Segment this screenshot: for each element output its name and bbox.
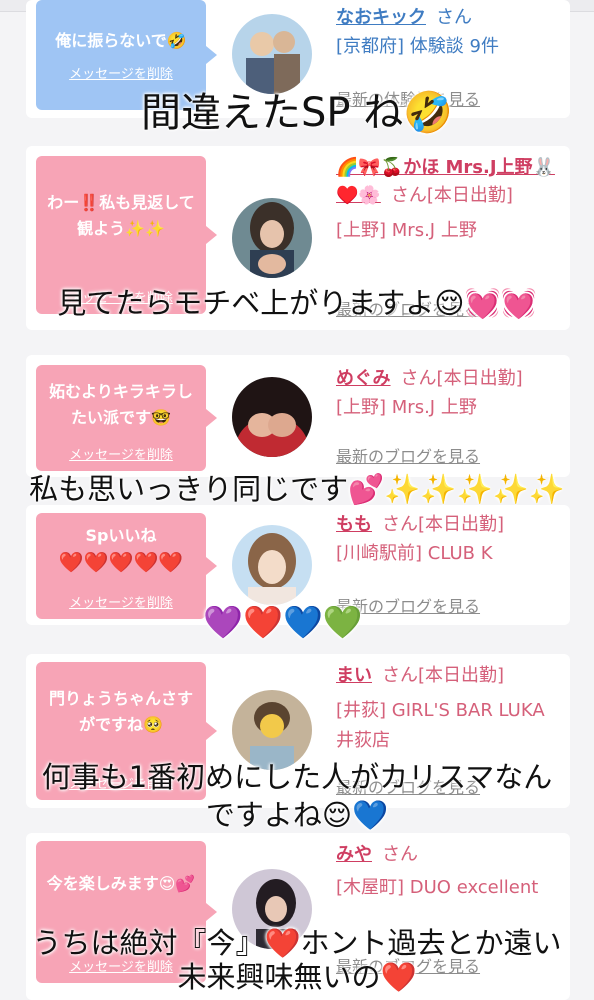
overlay-caption: 間違えたSP ね🤣 (140, 90, 454, 136)
delete-message-link[interactable]: メッセージを削除 (36, 444, 206, 463)
card-info: もも さん[本日出勤] [川崎駅前] CLUB K (336, 511, 566, 569)
overlay-caption: 何事も1番初めにした人がカリスマなん (41, 760, 553, 794)
message-text: Spいいね (85, 526, 157, 545)
latest-link[interactable]: 最新のブログを見る (336, 443, 480, 467)
overlay-caption: 未来興味無いの❤️ (177, 960, 417, 994)
honorific: さん[本日出勤] (382, 514, 505, 535)
avatar[interactable] (232, 14, 312, 94)
message-text: 今を楽しみます😍💕 (46, 874, 196, 893)
honorific: さん (436, 7, 472, 28)
shop-label: [京都府] 体験談 9件 (336, 36, 499, 57)
avatar-image (232, 525, 312, 605)
delete-message-link[interactable]: メッセージを削除 (36, 63, 206, 82)
honorific: さん (382, 844, 418, 865)
honorific: さん[本日出勤] (390, 185, 513, 206)
message-hearts: ❤️❤️❤️❤️❤️ (58, 550, 184, 574)
card-info: まい さん[本日出勤] [井荻] GIRL'S BAR LUKA 井荻店 (336, 662, 566, 756)
avatar[interactable] (232, 377, 312, 457)
overlay-caption: 💜❤️💙💚 (203, 603, 363, 641)
avatar[interactable] (232, 525, 312, 605)
avatar-image (232, 14, 312, 94)
card-info: 🌈🎀🍒かほ Mrs.J上野🐰♥️🌸 さん[本日出勤] [上野] Mrs.J 上野 (336, 154, 566, 246)
shop-label: [井荻] GIRL'S BAR LUKA 井荻店 (336, 700, 563, 751)
card-info: みや さん [木屋町] DUO excellent (336, 841, 566, 903)
card-info: めぐみ さん[本日出勤] [上野] Mrs.J 上野 (336, 365, 566, 423)
message-text: 門りょうちゃんさすがですね🥺 (48, 689, 193, 734)
overlay-caption: うちは絶対『今』❤️ホント過去とか遠い (32, 926, 562, 960)
shop-label: [木屋町] DUO excellent (336, 877, 539, 898)
shop-label: [上野] Mrs.J 上野 (336, 220, 477, 241)
user-name-link[interactable]: みや (336, 844, 372, 865)
user-name-link[interactable]: もも (336, 514, 372, 535)
honorific: さん[本日出勤] (400, 368, 523, 389)
overlay-caption: ですよね😌💙 (205, 798, 389, 832)
overlay-caption: 見てたらモチベ上がりますよ😌💓💓 (57, 286, 537, 320)
message-text: わー‼️私も見返して観よう✨✨ (47, 193, 195, 238)
shop-label: [上野] Mrs.J 上野 (336, 397, 477, 418)
card-info: なおキック さん [京都府] 体験談 9件 (336, 4, 566, 62)
overlay-caption: 私も思いっきり同じです💕✨✨✨✨✨ (29, 472, 565, 506)
user-name-link[interactable]: めぐみ (336, 368, 391, 389)
avatar-image (232, 198, 312, 278)
message-text: 妬むよりキラキラしたい派です🤓 (49, 382, 193, 427)
honorific: さん[本日出勤] (382, 665, 505, 686)
message-bubble: 妬むよりキラキラしたい派です🤓 メッセージを削除 (36, 365, 217, 471)
user-name-link[interactable]: なおキック (336, 7, 426, 28)
avatar-image (232, 377, 312, 457)
page: 俺に振らないで🤣 メッセージを削除 なおキック さん [京都府] 体験談 9件 最… (0, 0, 594, 1000)
avatar[interactable] (232, 198, 312, 278)
shop-label: [川崎駅前] CLUB K (336, 543, 493, 564)
message-card: 妬むよりキラキラしたい派です🤓 メッセージを削除 めぐみ さん[本日出勤] [上野… (26, 355, 570, 477)
message-text: 俺に振らないで🤣 (55, 31, 187, 50)
user-name-link[interactable]: まい (336, 665, 372, 686)
